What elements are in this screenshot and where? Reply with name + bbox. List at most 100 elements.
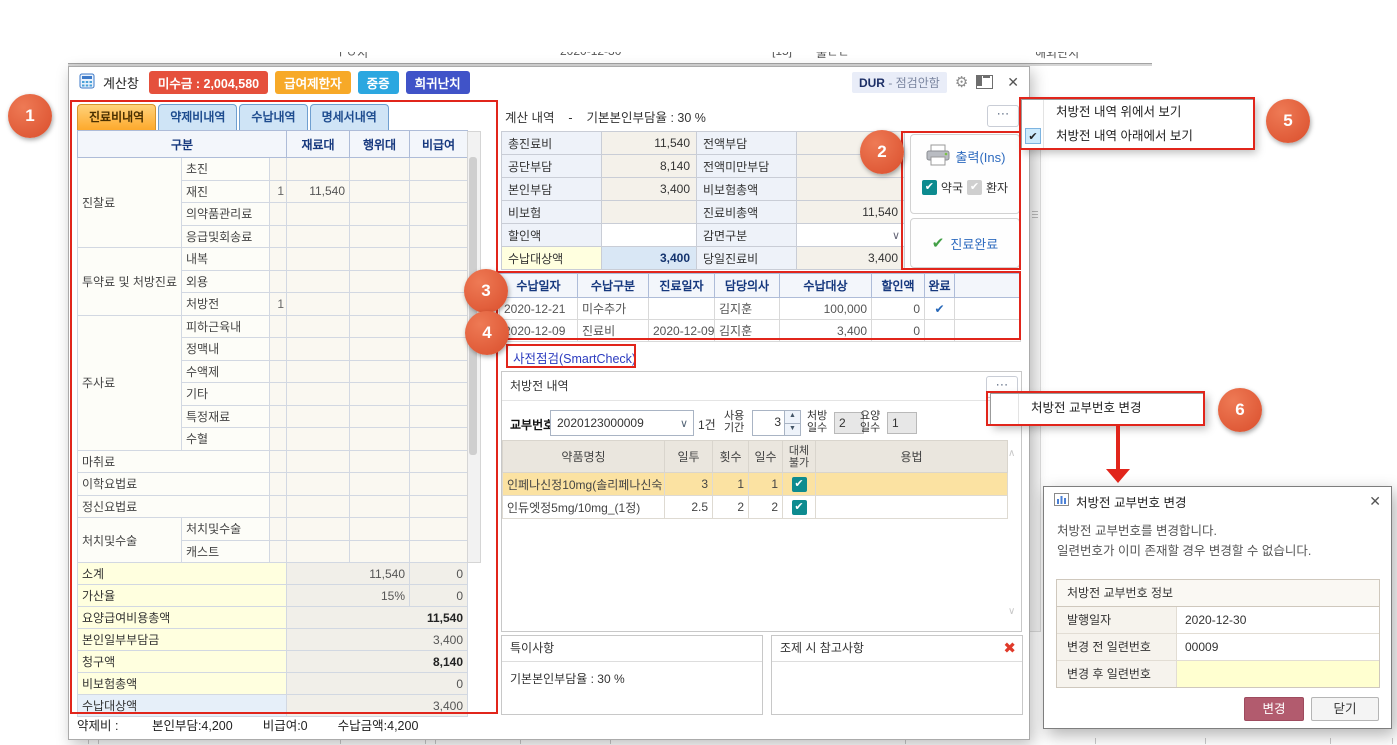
dispense-note-body[interactable] [772,662,1022,678]
background-scrollbar[interactable] [1029,128,1041,632]
fee-header-material: 재료대 [287,131,350,158]
calc-label: 비보험총액 [697,178,797,201]
fee-subcategory: 캐스트 [182,540,270,563]
fee-summary-row: 가산율15%0 [78,585,468,607]
calc-more-button[interactable]: ⋯ [987,105,1019,127]
delete-icon[interactable]: ✖ [1003,636,1016,661]
special-note-title: 특이사항 [502,636,762,662]
tab-2[interactable]: 약제비내역 [158,104,237,130]
issue-number-info-title: 처방전 교부번호 정보 [1057,580,1379,607]
fee-summary-label: 본인일부부담금 [78,629,287,651]
fee-category: 이학요법료 [78,473,270,496]
fee-value-procedure [350,293,410,316]
treatment-complete-label: 진료완료 [950,234,998,253]
status-badge: 급여제한자 [275,71,351,94]
fee-table-row[interactable]: 이학요법료 [78,473,468,496]
fee-summary-row: 청구액8,140 [78,651,468,673]
fee-count [270,495,287,518]
no-substitute-checkbox[interactable]: ✔ [792,477,807,492]
menu-item-view-2[interactable]: ✔처방전 내역 아래에서 보기 [1022,124,1253,148]
fee-table-row[interactable]: 투약료 및 처방진료내복 [78,248,468,271]
pharmacy-checkbox[interactable]: ✔ [922,180,937,195]
fee-value-uninsured [410,180,468,203]
calc-label: 비보험 [502,201,602,224]
fee-summary-label: 가산율 [78,585,287,607]
calc-row: 본인부담3,400비보험총액 [502,178,905,201]
fee-table-row[interactable]: 처치및수술처치및수술 [78,518,468,541]
tab-3[interactable]: 수납내역 [239,104,307,130]
scroll-up-icon[interactable]: ∧ [1008,448,1015,459]
receipt-row[interactable]: 2020-12-09진료비2020-12-09김지훈3,4000 [500,320,1021,342]
fee-count [270,540,287,563]
smartcheck-link[interactable]: 사전점검(SmartCheck) [513,348,636,367]
calc-value[interactable] [602,224,697,247]
statusbar-label: 약제비 : [77,719,118,733]
fee-value-material [287,158,350,181]
stepper-up-icon[interactable]: ▲ [785,411,800,424]
treatment-complete-button[interactable]: ✔ 진료완료 [910,218,1020,268]
usage-period-stepper[interactable]: 3 ▲▼ [752,410,801,436]
calc-label: 할인액 [502,224,602,247]
dialog-info-value[interactable] [1177,661,1379,687]
tab-4[interactable]: 명세서내역 [310,104,389,130]
dialog-info-value: 00009 [1177,634,1379,660]
dialog-title: 처방전 교부번호 변경 [1076,492,1186,511]
fee-table-row[interactable]: 마취료 [78,450,468,473]
dialog-info-label: 변경 후 일련번호 [1057,661,1177,687]
dialog-close-button[interactable]: 닫기 [1311,697,1379,721]
fee-value-procedure [350,495,410,518]
fee-value-procedure [350,180,410,203]
fee-value-material [287,315,350,338]
issue-number-dropdown[interactable]: 2020123000009 ∨ [550,410,694,436]
fee-header-procedure: 행위대 [350,131,410,158]
issue-number-menu: 처방전 교부번호 변경 [990,393,1205,426]
dur-label: DUR [859,76,885,90]
layout-icon[interactable] [976,75,993,89]
tab-1[interactable]: 진료비내역 [77,104,156,130]
discount-type-select[interactable]: ∨ [797,224,905,247]
print-button[interactable]: 출력(Ins) [911,144,1019,169]
fee-count [270,270,287,293]
calc-row: 비보험진료비총액11,540 [502,201,905,224]
fee-category: 주사료 [78,315,182,450]
dialog-info-label: 변경 전 일련번호 [1057,634,1177,660]
fee-table-scrollbar[interactable] [467,131,481,563]
fee-table-row[interactable]: 정신요법료 [78,495,468,518]
fee-count [270,518,287,541]
receipt-row[interactable]: 2020-12-21미수추가김지훈100,0000✔ [500,298,1021,320]
fee-value-material [287,360,350,383]
fee-value-uninsured [410,495,468,518]
dialog-info-value: 2020-12-30 [1177,607,1379,633]
fee-value-material [287,293,350,316]
fee-summary-row: 본인일부부담금3,400 [78,629,468,651]
fee-value-material [287,270,350,293]
fee-summary-label: 비보험총액 [78,673,287,695]
scrollbar-thumb[interactable] [469,157,477,455]
fee-summary-value: 3,400 [287,695,468,717]
special-note-body[interactable]: 기본본인부담율 : 30 % [502,662,762,695]
prescription-section-title: 처방전 내역 [510,377,569,394]
fee-summary-row: 소계11,5400 [78,563,468,585]
fee-value-material [287,405,350,428]
menu-item-view-1[interactable]: 처방전 내역 위에서 보기 [1022,100,1253,124]
change-issue-number-dialog: 처방전 교부번호 변경 ✕ 처방전 교부번호를 변경합니다. 일련번호가 이미 … [1043,486,1392,729]
issue-number-label: 교부번호 [510,416,554,433]
prescription-section: 처방전 내역 ⋯ 교부번호 2020123000009 ∨ 1건 사용 기간 3… [501,371,1022,632]
dialog-close-icon[interactable]: ✕ [1369,493,1381,510]
drug-dose: 2.5 [665,496,713,519]
fee-summary-label: 요양급여비용총액 [78,607,287,629]
drug-row[interactable]: 인페나신정10mg(솔리페나신숙311✔ [503,473,1008,496]
menu-item-change-issue-number[interactable]: 처방전 교부번호 변경 [991,394,1204,423]
change-button[interactable]: 변경 [1244,697,1304,721]
gear-icon[interactable]: ⚙ [955,75,968,90]
no-substitute-checkbox[interactable]: ✔ [792,500,807,515]
chevron-down-icon: ∨ [675,417,693,430]
fee-table-row[interactable]: 진찰료초진 [78,158,468,181]
stepper-down-icon[interactable]: ▼ [785,424,800,436]
fee-table-row[interactable]: 주사료피하근육내 [78,315,468,338]
close-icon[interactable]: ✕ [1007,74,1019,91]
scroll-down-icon[interactable]: ∨ [1008,606,1015,617]
drug-row[interactable]: 인듀엣정5mg/10mg_(1정)2.522✔ [503,496,1008,519]
patient-checkbox[interactable]: ✔ [967,180,982,195]
drug-header: 약품명칭 [503,441,665,473]
